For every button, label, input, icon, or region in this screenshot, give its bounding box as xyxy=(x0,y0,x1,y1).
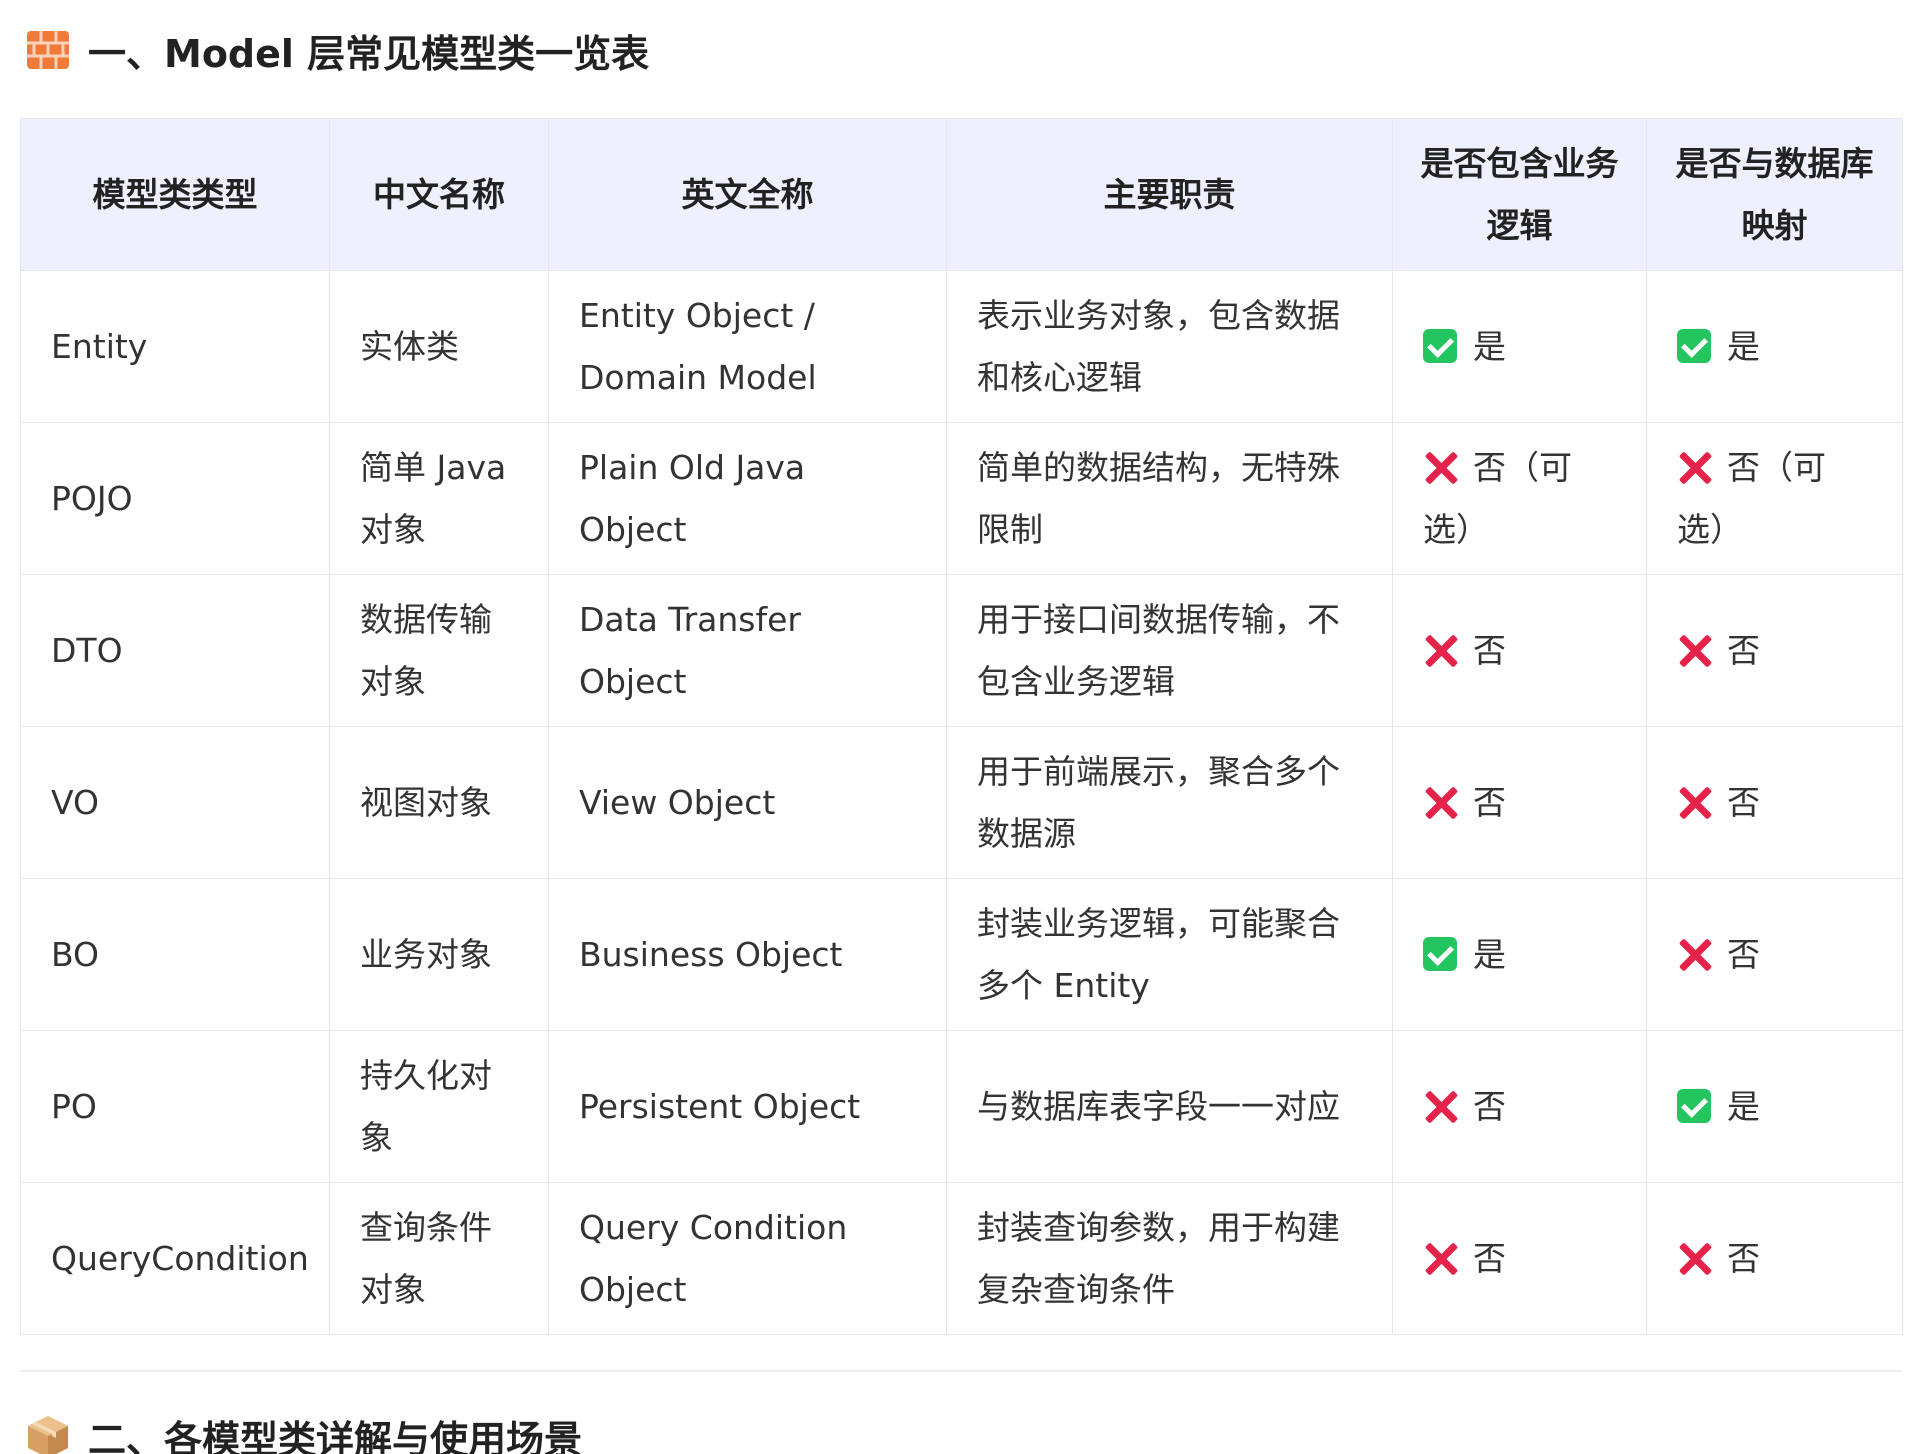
cell-en-name: Entity Object / Domain Model xyxy=(548,270,947,423)
cell-duty: 表示业务对象，包含数据和核心逻辑 xyxy=(946,270,1393,423)
cell-duty: 用于接口间数据传输，不包含业务逻辑 xyxy=(946,574,1393,727)
section-heading-details: 二、各模型类详解与使用场景 xyxy=(26,1406,582,1454)
cell-value: 否 xyxy=(1727,1238,1760,1278)
cell-db-mapping: 否（可选） xyxy=(1646,422,1903,575)
cell-type: QueryCondition xyxy=(20,1182,330,1335)
cell-value: 否 xyxy=(1473,1086,1506,1126)
cell-type: Entity xyxy=(20,270,330,423)
cell-cn-name: 查询条件对象 xyxy=(329,1182,549,1335)
cell-value: 否 xyxy=(1727,630,1760,670)
brick-icon xyxy=(27,31,69,69)
cell-value: 是 xyxy=(1473,934,1506,974)
column-header-en-name: 英文全称 xyxy=(548,118,947,271)
column-header-cn-name: 中文名称 xyxy=(329,118,549,271)
cell-db-mapping: 否 xyxy=(1646,1182,1903,1335)
table-row: QueryCondition 查询条件对象 Query Condition Obje… xyxy=(20,1182,1903,1335)
cell-duty: 用于前端展示，聚合多个数据源 xyxy=(946,726,1393,879)
cell-db-mapping: 否 xyxy=(1646,574,1903,727)
document-page: 一、Model 层常见模型类一览表 模型类类型 中文名称 英文全称 主要职责 是… xyxy=(0,0,1914,1454)
cell-en-name: Persistent Object xyxy=(548,1030,947,1183)
cell-cn-name: 数据传输对象 xyxy=(329,574,549,727)
column-header-db-mapping: 是否与数据库映射 xyxy=(1646,118,1903,271)
cell-duty: 简单的数据结构，无特殊限制 xyxy=(946,422,1393,575)
cell-type: PO xyxy=(20,1030,330,1183)
cell-duty: 封装业务逻辑，可能聚合多个 Entity xyxy=(946,878,1393,1031)
table-row: BO 业务对象 Business Object 封装业务逻辑，可能聚合多个 Entit… xyxy=(20,878,1903,1031)
cell-cn-name: 持久化对象 xyxy=(329,1030,549,1183)
heading-text: 二、各模型类详解与使用场景 xyxy=(88,1417,583,1454)
cross-mark-icon xyxy=(1423,1241,1457,1275)
column-header-type: 模型类类型 xyxy=(20,118,330,271)
cross-mark-icon xyxy=(1677,450,1711,484)
section-divider xyxy=(20,1370,1902,1372)
cell-value: 是 xyxy=(1727,1086,1760,1126)
cell-duty: 封装查询参数，用于构建复杂查询条件 xyxy=(946,1182,1393,1335)
cell-value: 否 xyxy=(1473,630,1506,670)
cell-value: 是 xyxy=(1727,326,1760,366)
cell-has-logic: 是 xyxy=(1392,270,1647,423)
cell-has-logic: 否 xyxy=(1392,574,1647,727)
cell-value: 否 xyxy=(1473,1238,1506,1278)
cell-type: DTO xyxy=(20,574,330,727)
cell-type: VO xyxy=(20,726,330,879)
cell-db-mapping: 否 xyxy=(1646,726,1903,879)
cross-mark-icon xyxy=(1423,450,1457,484)
cell-en-name: Data Transfer Object xyxy=(548,574,947,727)
cell-en-name: Query Condition Object xyxy=(548,1182,947,1335)
cell-has-logic: 否 xyxy=(1392,726,1647,879)
column-header-duty: 主要职责 xyxy=(946,118,1393,271)
check-mark-icon xyxy=(1423,936,1457,971)
cross-mark-icon xyxy=(1677,937,1711,971)
section-heading-overview: 一、Model 层常见模型类一览表 xyxy=(26,20,649,80)
check-mark-icon xyxy=(1677,1088,1711,1123)
cell-cn-name: 实体类 xyxy=(329,270,549,423)
cell-has-logic: 否 xyxy=(1392,1030,1647,1183)
cross-mark-icon xyxy=(1677,785,1711,819)
table-row: PO 持久化对象 Persistent Object 与数据库表字段一一对应 否 是 xyxy=(20,1030,1903,1183)
cross-mark-icon xyxy=(1423,1089,1457,1123)
cell-cn-name: 视图对象 xyxy=(329,726,549,879)
table-row: VO 视图对象 View Object 用于前端展示，聚合多个数据源 否 否 xyxy=(20,726,1903,879)
cell-en-name: View Object xyxy=(548,726,947,879)
check-mark-icon xyxy=(1677,328,1711,363)
cell-type: BO xyxy=(20,878,330,1031)
table-row: DTO 数据传输对象 Data Transfer Object 用于接口间数据传输，不… xyxy=(20,574,1903,727)
cell-cn-name: 业务对象 xyxy=(329,878,549,1031)
cell-db-mapping: 否 xyxy=(1646,878,1903,1031)
cell-db-mapping: 是 xyxy=(1646,270,1903,423)
cell-db-mapping: 是 xyxy=(1646,1030,1903,1183)
column-header-has-logic: 是否包含业务逻辑 xyxy=(1392,118,1647,271)
package-icon xyxy=(28,1416,68,1454)
cell-value: 否 xyxy=(1727,782,1760,822)
cell-type: POJO xyxy=(20,422,330,575)
cross-mark-icon xyxy=(1423,633,1457,667)
cell-en-name: Plain Old Java Object xyxy=(548,422,947,575)
table-row: Entity 实体类 Entity Object / Domain Model 表示业… xyxy=(20,270,1903,423)
table-row: POJO 简单 Java 对象 Plain Old Java Object 简单的数据… xyxy=(20,422,1903,575)
table-header-row: 模型类类型 中文名称 英文全称 主要职责 是否包含业务逻辑 是否与数据库映射 xyxy=(20,118,1903,271)
heading-text: 一、Model 层常见模型类一览表 xyxy=(88,31,650,76)
cell-value: 否 xyxy=(1727,934,1760,974)
cell-has-logic: 是 xyxy=(1392,878,1647,1031)
table-body: Entity 实体类 Entity Object / Domain Model 表示业… xyxy=(20,270,1903,1335)
cell-has-logic: 否 xyxy=(1392,1182,1647,1335)
cross-mark-icon xyxy=(1423,785,1457,819)
cross-mark-icon xyxy=(1677,633,1711,667)
cell-has-logic: 否（可选） xyxy=(1392,422,1647,575)
cross-mark-icon xyxy=(1677,1241,1711,1275)
cell-duty: 与数据库表字段一一对应 xyxy=(946,1030,1393,1183)
check-mark-icon xyxy=(1423,328,1457,363)
cell-value: 是 xyxy=(1473,326,1506,366)
model-class-table: 模型类类型 中文名称 英文全称 主要职责 是否包含业务逻辑 是否与数据库映射 E… xyxy=(20,118,1903,1335)
cell-cn-name: 简单 Java 对象 xyxy=(329,422,549,575)
cell-en-name: Business Object xyxy=(548,878,947,1031)
cell-value: 否 xyxy=(1473,782,1506,822)
